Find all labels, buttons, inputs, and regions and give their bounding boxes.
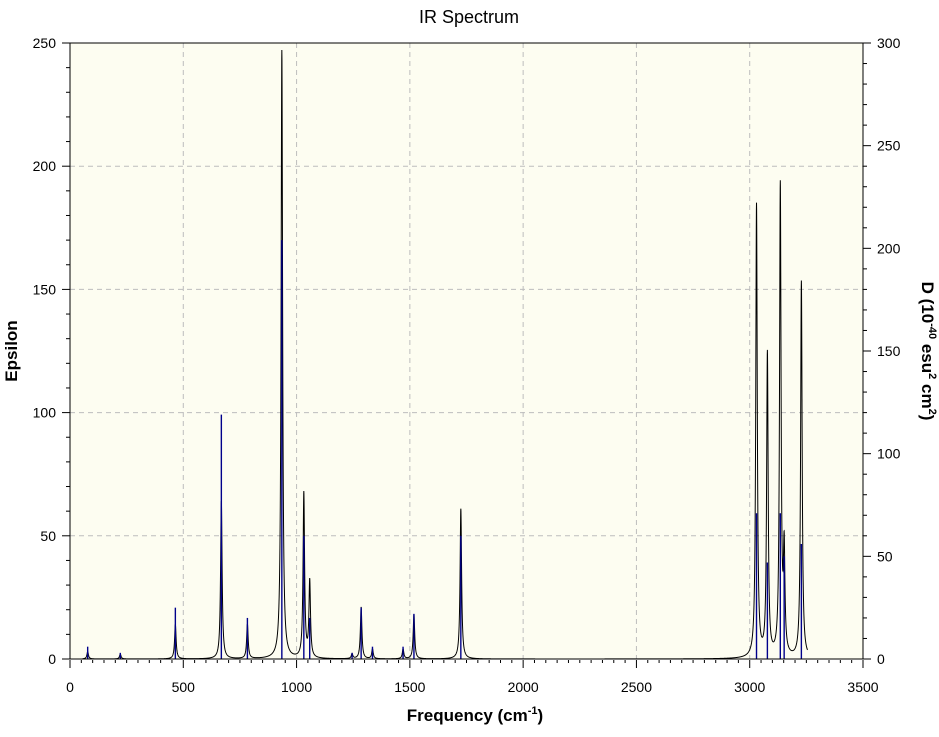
y2-tick-label: 300 — [877, 35, 901, 51]
y-tick-label: 150 — [33, 281, 57, 297]
x-axis-label-tail: ) — [538, 706, 544, 725]
plot-background — [70, 43, 863, 659]
y2-tick-label: 200 — [877, 240, 901, 256]
x-tick-label: 3500 — [847, 679, 878, 695]
x-axis-label: Frequency (cm-1) — [407, 705, 543, 725]
y-tick-label: 50 — [40, 528, 56, 544]
ir-spectrum-chart: 0 500 1000 1500 2000 2500 3000 3500050100150200… — [2, 7, 938, 725]
y2-tick-label: 250 — [877, 138, 901, 154]
chart-title: IR Spectrum — [419, 7, 519, 27]
x-tick-label: 3000 — [734, 679, 765, 695]
y2-axis-label: D (10-40 esu2 cm2) — [918, 282, 938, 421]
y2-label-b: esu — [918, 339, 937, 373]
y-axis-label: Epsilon — [2, 320, 21, 381]
x-tick-label: 1500 — [394, 679, 425, 695]
x-axis-label-main: Frequency (cm — [407, 706, 528, 725]
x-tick-label: 0 — [66, 679, 74, 695]
x-tick-label: 1000 — [281, 679, 312, 695]
y2-tick-label: 150 — [877, 343, 901, 359]
y2-label-d: ) — [918, 415, 937, 421]
y2-label-sup1: -40 — [926, 323, 938, 339]
y-tick-label: 250 — [33, 35, 57, 51]
x-tick-label: 2500 — [621, 679, 652, 695]
y-tick-label: 200 — [33, 158, 57, 174]
y2-tick-label: 50 — [877, 548, 893, 564]
y-tick-label: 0 — [48, 651, 56, 667]
x-tick-label: 2000 — [508, 679, 539, 695]
x-axis-label-sup: -1 — [528, 705, 538, 717]
y2-tick-label: 0 — [877, 651, 885, 667]
x-tick-label: 500 — [172, 679, 196, 695]
y2-label-c: cm — [918, 379, 937, 408]
y2-tick-label: 100 — [877, 446, 901, 462]
y-tick-label: 100 — [33, 405, 57, 421]
y2-label-a: D (10 — [918, 282, 937, 324]
